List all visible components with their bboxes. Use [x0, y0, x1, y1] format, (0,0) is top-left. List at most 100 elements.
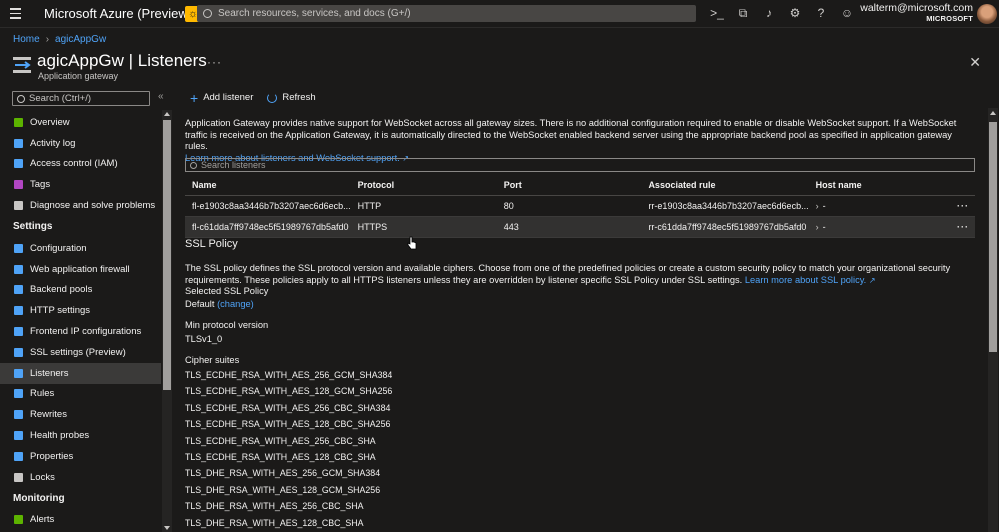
portal-brand[interactable]: Microsoft Azure (Preview)	[44, 6, 192, 21]
sidebar-item-label: Alerts	[30, 514, 55, 526]
menu-scrollbar[interactable]	[162, 110, 172, 532]
selected-ssl-policy-label: Selected SSL Policy	[185, 286, 269, 296]
avatar[interactable]	[977, 4, 997, 24]
command-bar: + Add listener Refresh	[190, 91, 316, 105]
refresh-label: Refresh	[282, 92, 316, 103]
listener-protocol: HTTPS	[350, 216, 497, 238]
cloud-shell-icon[interactable]: >_	[710, 6, 724, 20]
add-listener-button[interactable]: + Add listener	[190, 91, 253, 105]
sidebar-item-label: Rules	[30, 388, 55, 400]
hamburger-menu-icon[interactable]	[0, 0, 30, 28]
row-more-icon[interactable]: ···	[926, 195, 975, 217]
ssl-policy-title: SSL Policy	[185, 238, 238, 250]
sidebar-item-label: SSL settings (Preview)	[30, 346, 126, 358]
column-header-protocol[interactable]: Protocol	[350, 175, 497, 196]
help-icon[interactable]: ?	[814, 6, 828, 20]
sidebar-item-label: Rewrites	[30, 409, 67, 421]
sidebar-item-rules[interactable]: Rules	[0, 384, 161, 405]
cipher-suite-item: TLS_ECDHE_RSA_WITH_AES_128_CBC_SHA256	[185, 419, 391, 430]
close-icon[interactable]: ✕	[969, 54, 981, 71]
bell-icon[interactable]: ♪	[762, 6, 776, 20]
row-more-icon[interactable]: ···	[926, 216, 975, 238]
column-header-host[interactable]: Host name	[808, 175, 927, 196]
breadcrumb-resource[interactable]: agicAppGw	[55, 34, 106, 45]
page-title: agicAppGw | Listeners	[37, 51, 207, 70]
listener-search-placeholder: Search listeners	[201, 160, 266, 170]
sidebar-item-activity-log[interactable]: Activity log	[0, 133, 161, 154]
search-icon	[203, 9, 212, 18]
sidebar-item-listeners[interactable]: Listeners	[0, 362, 161, 384]
column-header-name[interactable]: Name	[185, 175, 351, 196]
sidebar-item-frontend-ip-configurations[interactable]: Frontend IP configurations	[0, 321, 161, 342]
sidebar-item-configuration[interactable]: Configuration	[0, 238, 161, 259]
more-options-icon[interactable]: ···	[207, 55, 222, 69]
nav-item-icon	[14, 515, 23, 525]
column-header-port[interactable]: Port	[496, 175, 642, 196]
account-menu[interactable]: walterm@microsoft.com MICROSOFT	[860, 2, 973, 23]
search-icon	[190, 161, 197, 169]
sidebar-item-properties[interactable]: Properties	[0, 446, 161, 467]
listener-rule[interactable]: rr-c61dda7ff9748ec5f51989767db5afd0	[641, 216, 809, 238]
sidebar-item-health-probes[interactable]: Health probes	[0, 425, 161, 446]
content-scrollbar[interactable]	[988, 108, 998, 532]
nav-item-icon	[14, 410, 23, 420]
sidebar-item-ssl-settings-preview[interactable]: SSL settings (Preview)	[0, 342, 161, 363]
sidebar-item-overview[interactable]: Overview	[0, 112, 161, 133]
sidebar-item-backend-pools[interactable]: Backend pools	[0, 280, 161, 301]
min-protocol-value: TLSv1_0	[185, 334, 223, 344]
ssl-learn-more-link[interactable]: Learn more about SSL policy.	[745, 275, 866, 285]
sidebar-item-label: Tags	[30, 179, 51, 191]
nav-item-icon	[14, 243, 23, 253]
min-protocol-label: Min protocol version	[185, 320, 269, 330]
menu-search-input[interactable]: Search (Ctrl+/)	[12, 91, 150, 106]
sidebar-item-http-settings[interactable]: HTTP settings	[0, 300, 161, 321]
change-ssl-policy-link[interactable]: (change)	[217, 299, 254, 309]
table-row[interactable]: fl-e1903c8aa3446b7b3207aec6d6ecb... HTTP…	[185, 195, 975, 217]
sidebar-item-web-application-firewall[interactable]: Web application firewall	[0, 259, 161, 280]
listener-rule[interactable]: rr-e1903c8aa3446b7b3207aec6d6ecb...	[641, 195, 809, 217]
account-tenant: MICROSOFT	[926, 13, 973, 23]
chevron-right-icon: ›	[815, 200, 819, 211]
cipher-suite-item: TLS_ECDHE_RSA_WITH_AES_128_GCM_SHA256	[185, 386, 393, 397]
cipher-suite-item: TLS_DHE_RSA_WITH_AES_256_CBC_SHA	[185, 501, 364, 512]
listener-host[interactable]: › -	[808, 216, 927, 238]
listener-search-input[interactable]: Search listeners	[185, 158, 975, 172]
sidebar-item-diagnose-and-solve-problems[interactable]: Diagnose and solve problems	[0, 195, 161, 216]
sidebar-item-label: Backend pools	[30, 284, 93, 296]
table-row[interactable]: fl-c61dda7ff9748ec5f51989767db5afd0 HTTP…	[185, 216, 975, 238]
listener-name[interactable]: fl-c61dda7ff9748ec5f51989767db5afd0	[185, 216, 351, 238]
nav-item-icon	[14, 180, 23, 190]
nav-section-settings: Settings	[13, 221, 53, 233]
nav-item-icon	[14, 472, 23, 482]
gear-icon[interactable]: ⚙	[788, 6, 802, 20]
sidebar-item-label: Health probes	[30, 430, 90, 442]
nav-item-icon	[14, 264, 23, 274]
listener-host[interactable]: › -	[808, 195, 927, 217]
external-link-icon: ↗	[868, 275, 876, 285]
sidebar-item-tags[interactable]: Tags	[0, 174, 161, 195]
sidebar-item-access-control-iam[interactable]: Access control (IAM)	[0, 154, 161, 175]
listener-name[interactable]: fl-e1903c8aa3446b7b3207aec6d6ecb...	[185, 195, 351, 217]
page-subtitle: Application gateway	[38, 71, 119, 81]
column-header-actions	[926, 175, 975, 196]
global-search-input[interactable]: Search resources, services, and docs (G+…	[197, 5, 696, 22]
nav-item-icon	[14, 327, 23, 337]
nav-item-icon	[14, 368, 23, 378]
sidebar-item-alerts[interactable]: Alerts	[0, 510, 161, 531]
directory-filter-icon[interactable]: ⧉	[736, 6, 750, 20]
column-header-rule[interactable]: Associated rule	[641, 175, 809, 196]
nav-item-icon	[14, 431, 23, 441]
nav-item-icon	[14, 389, 23, 399]
nav-item-icon	[14, 306, 23, 316]
feedback-icon[interactable]: ☺	[840, 6, 854, 20]
sidebar-item-label: Access control (IAM)	[30, 158, 118, 170]
cipher-suite-item: TLS_ECDHE_RSA_WITH_AES_256_CBC_SHA384	[185, 402, 391, 413]
sidebar-item-locks[interactable]: Locks	[0, 467, 161, 488]
breadcrumb-home[interactable]: Home	[13, 34, 40, 45]
collapse-menu-icon[interactable]: «	[158, 91, 164, 102]
cipher-suites-list: TLS_ECDHE_RSA_WITH_AES_256_GCM_SHA384 TLS…	[185, 367, 975, 531]
cipher-suite-item: TLS_ECDHE_RSA_WITH_AES_256_GCM_SHA384	[185, 370, 393, 380]
refresh-button[interactable]: Refresh	[267, 92, 316, 103]
nav-item-icon	[14, 285, 23, 295]
sidebar-item-rewrites[interactable]: Rewrites	[0, 404, 161, 425]
